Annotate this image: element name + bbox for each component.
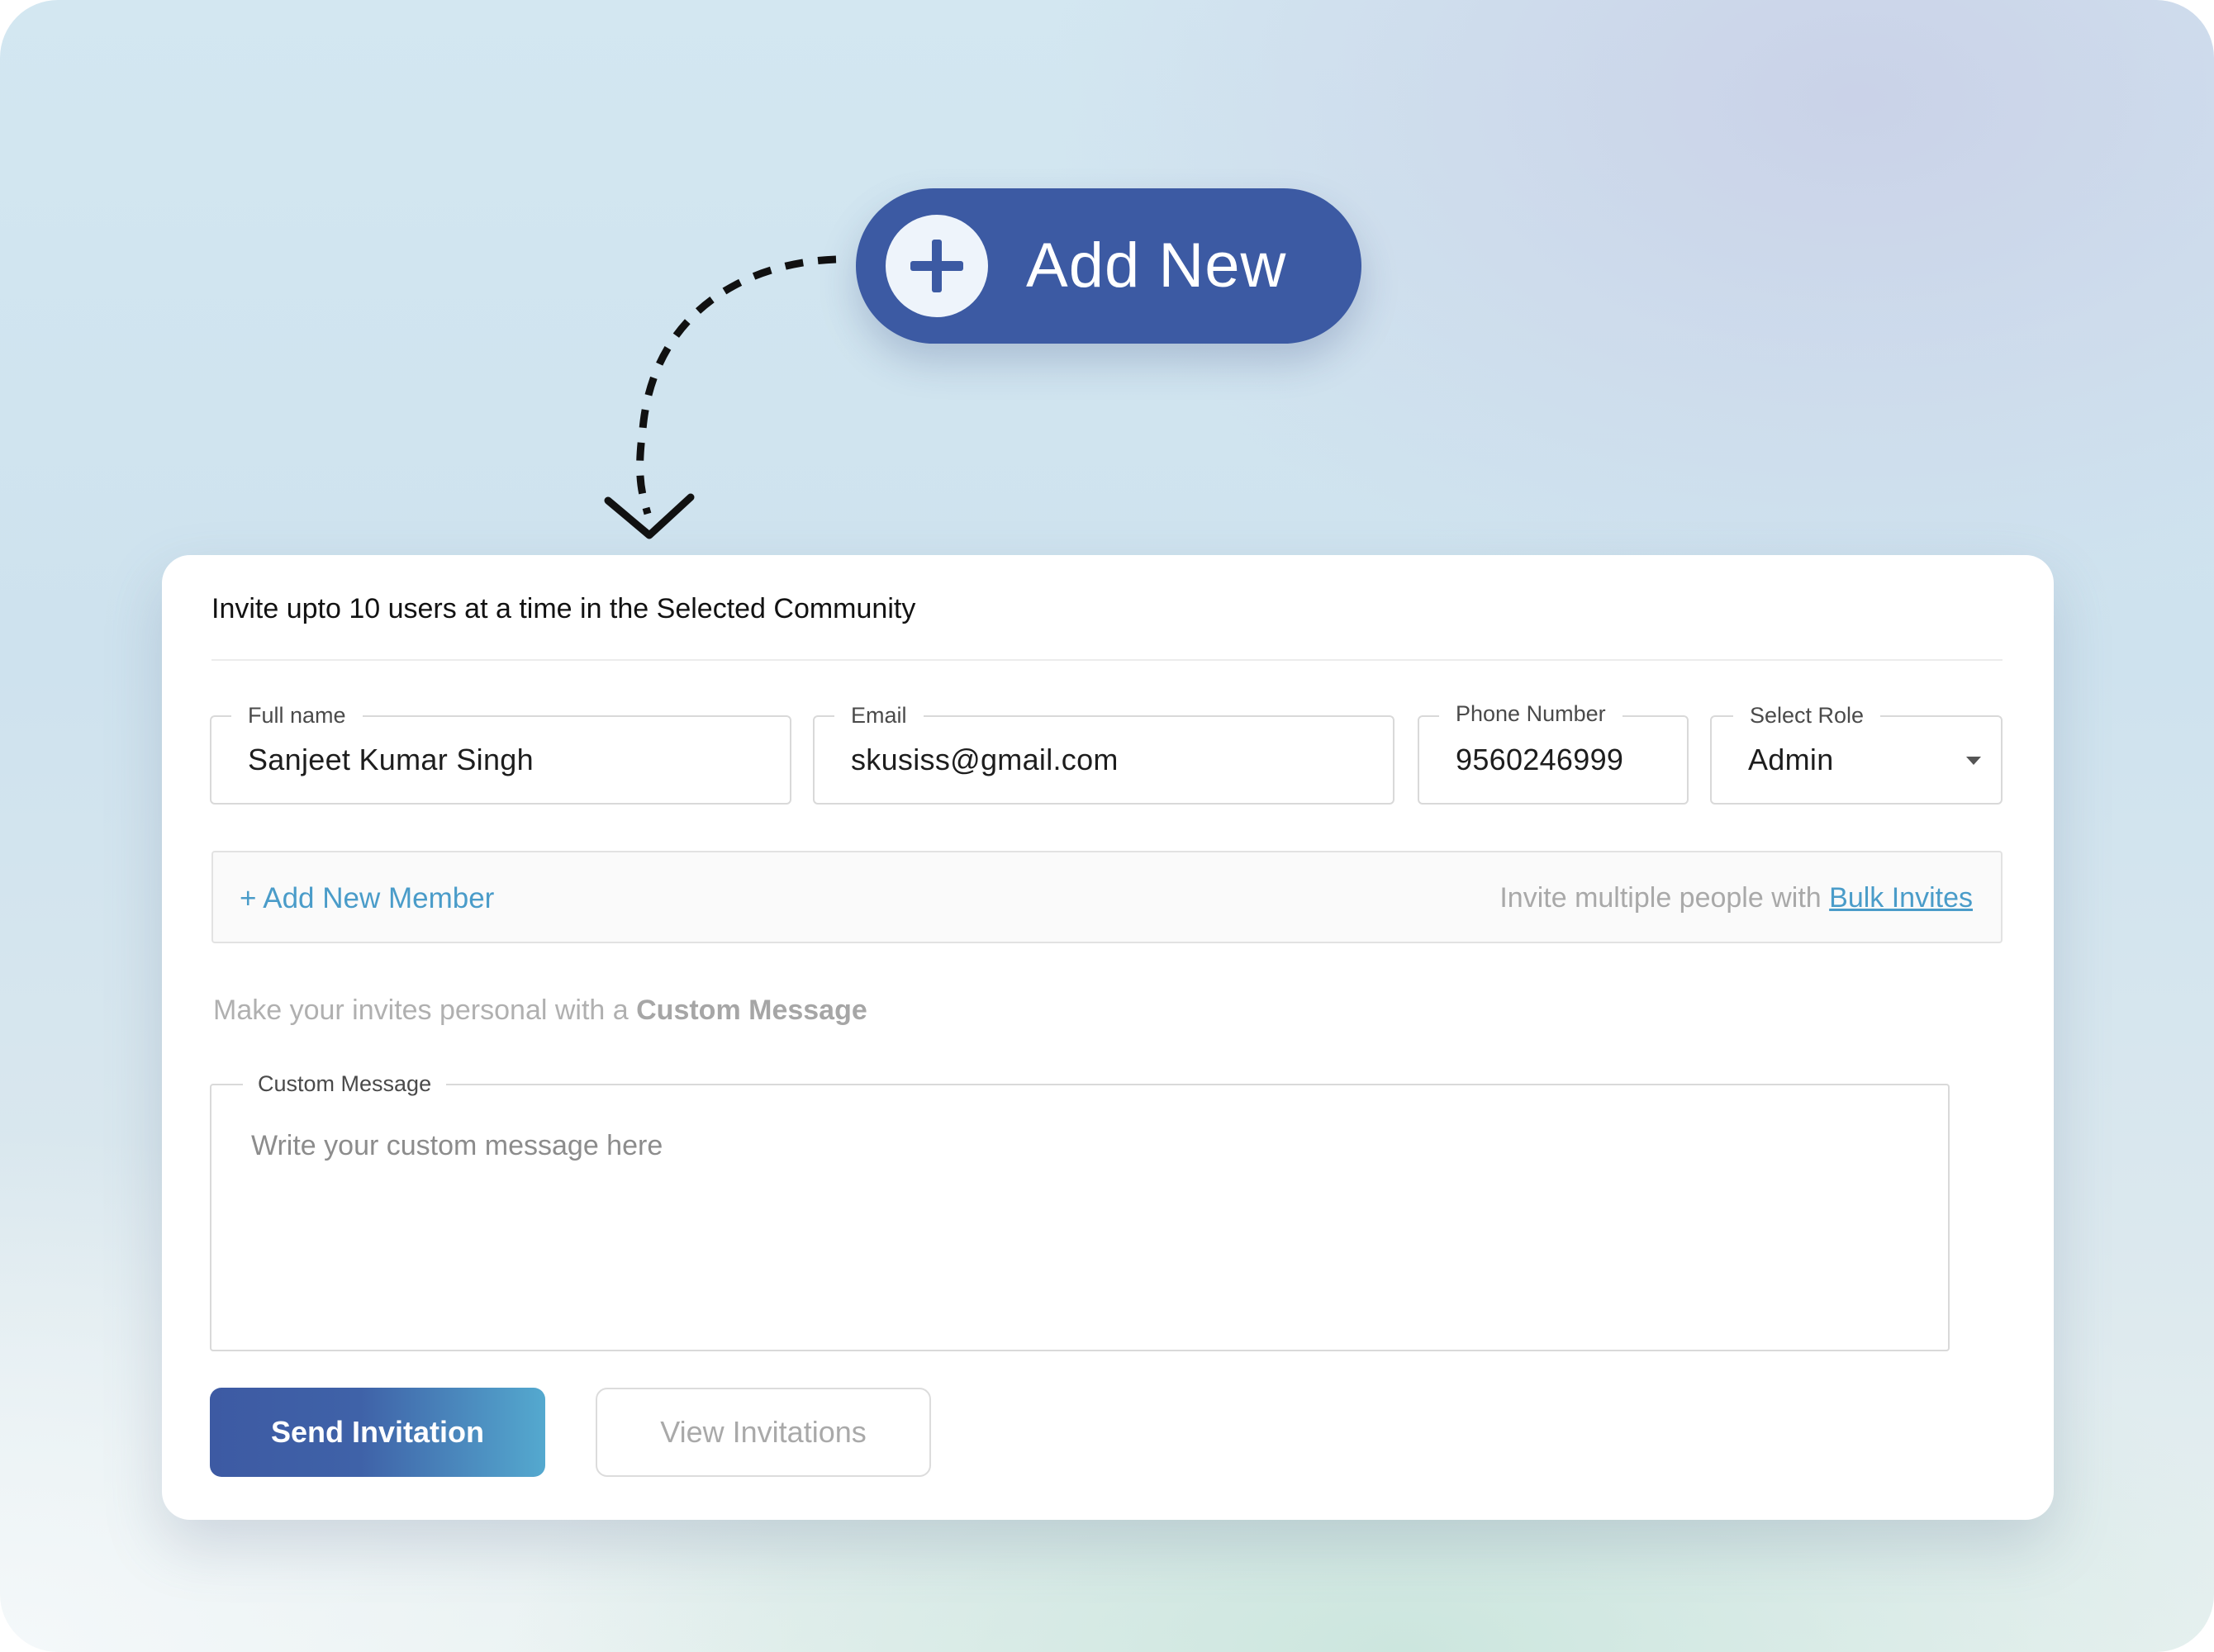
add-new-label: Add New bbox=[1026, 230, 1287, 301]
custom-message-hint-emphasis: Custom Message bbox=[636, 995, 867, 1026]
custom-message-textarea[interactable]: Custom Message Write your custom message… bbox=[210, 1069, 1950, 1351]
custom-message-label: Custom Message bbox=[243, 1069, 447, 1099]
email-field[interactable]: Email skusiss@gmail.com bbox=[813, 700, 1394, 805]
custom-message-hint: Make your invites personal with a Custom… bbox=[213, 995, 867, 1027]
select-role-label: Select Role bbox=[1733, 700, 1881, 730]
full-name-value: Sanjeet Kumar Singh bbox=[248, 743, 534, 776]
plus-icon bbox=[886, 215, 988, 317]
email-label: Email bbox=[834, 700, 924, 730]
bulk-invite-prefix: Invite multiple people with bbox=[1499, 882, 1830, 914]
title-divider bbox=[211, 659, 2003, 661]
bulk-invites-link[interactable]: Bulk Invites bbox=[1829, 882, 1973, 914]
select-role-dropdown[interactable]: Select Role Admin bbox=[1710, 700, 2003, 805]
canvas-background: Add New Invite upto 10 users at a time i… bbox=[0, 0, 2214, 1652]
phone-number-value: 9560246999 bbox=[1456, 743, 1624, 776]
add-new-member-link[interactable]: + Add New Member bbox=[240, 882, 494, 915]
add-new-button[interactable]: Add New bbox=[856, 188, 1361, 344]
dropdown-caret-icon bbox=[1966, 757, 1981, 765]
email-value: skusiss@gmail.com bbox=[851, 743, 1119, 776]
phone-number-label: Phone Number bbox=[1439, 699, 1622, 729]
view-invitations-button[interactable]: View Invitations bbox=[596, 1388, 931, 1477]
invite-form-card: Invite upto 10 users at a time in the Se… bbox=[162, 555, 2054, 1520]
add-member-bar: + Add New Member Invite multiple people … bbox=[211, 851, 2003, 943]
select-role-value: Admin bbox=[1748, 743, 1834, 776]
bulk-invite-text: Invite multiple people with Bulk Invites bbox=[1499, 882, 1973, 914]
full-name-label: Full name bbox=[231, 700, 363, 730]
custom-message-hint-prefix: Make your invites personal with a bbox=[213, 995, 637, 1026]
custom-message-placeholder: Write your custom message here bbox=[251, 1130, 663, 1161]
full-name-field[interactable]: Full name Sanjeet Kumar Singh bbox=[210, 700, 791, 805]
phone-number-field[interactable]: Phone Number 9560246999 bbox=[1418, 699, 1689, 805]
form-title: Invite upto 10 users at a time in the Se… bbox=[211, 593, 916, 624]
send-invitation-button[interactable]: Send Invitation bbox=[210, 1388, 545, 1477]
